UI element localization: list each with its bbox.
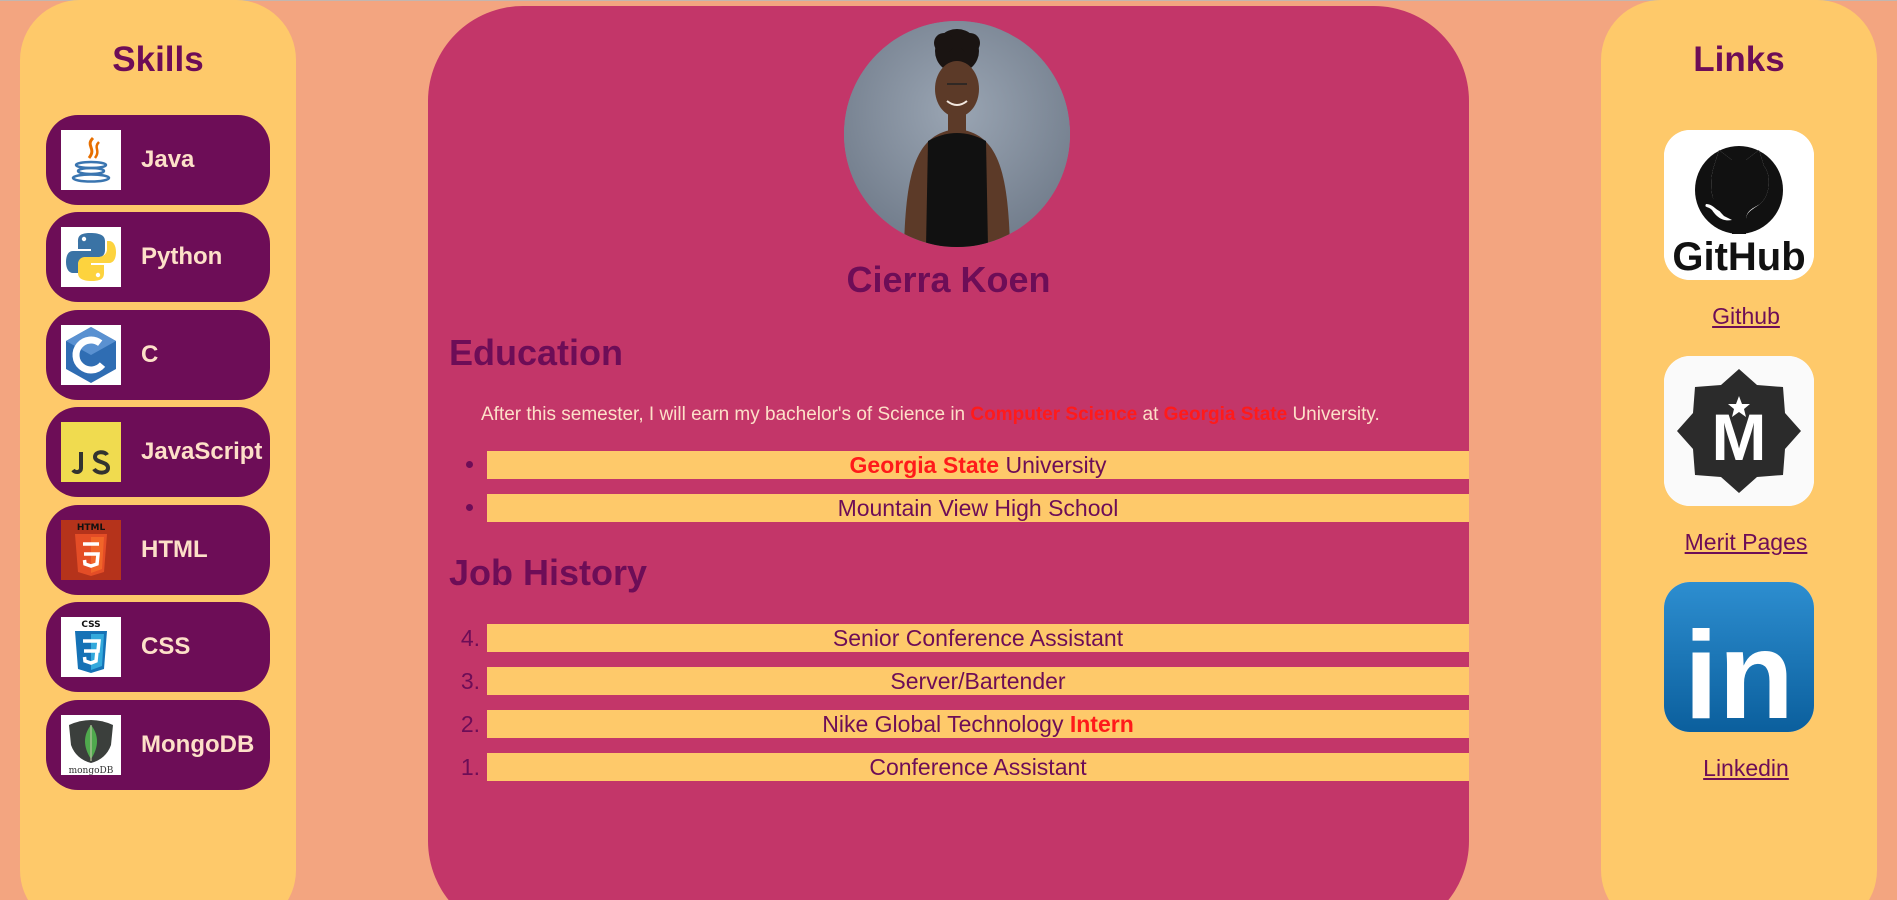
skill-css[interactable]: CSS CSS — [46, 602, 270, 692]
job-number: 1. — [460, 754, 480, 780]
education-text: After this semester, I will earn my bach… — [481, 404, 971, 425]
school-name: University — [999, 452, 1107, 478]
school-highlight: Georgia State — [1163, 404, 1288, 425]
skill-c[interactable]: C — [46, 310, 270, 400]
list-bullet — [466, 461, 473, 468]
skill-label: JavaScript — [141, 438, 263, 465]
mongodb-icon: mongoDB — [61, 715, 121, 775]
merit-pages-icon[interactable]: M — [1664, 356, 1814, 506]
list-bullet — [466, 504, 473, 511]
job-history-heading: Job History — [449, 552, 648, 593]
job-item: Senior Conference Assistant — [487, 624, 1469, 652]
job-item: Conference Assistant — [487, 753, 1469, 781]
education-paragraph: After this semester, I will earn my bach… — [481, 404, 1380, 426]
job-item: Server/Bartender — [487, 667, 1469, 695]
degree-highlight: Computer Science — [970, 404, 1138, 425]
skills-sidebar: Skills Java Python C JavaScript HTML HTM… — [20, 0, 296, 900]
css3-icon: CSS — [61, 617, 121, 677]
skill-java[interactable]: Java — [46, 115, 270, 205]
job-title: Nike Global Technology — [822, 711, 1070, 737]
merit-pages-link[interactable]: Merit Pages — [1601, 529, 1891, 556]
job-title: Conference Assistant — [869, 754, 1087, 780]
education-text: at — [1137, 404, 1164, 425]
html-icon-text: HTML — [77, 523, 106, 533]
job-number: 3. — [460, 668, 480, 694]
job-item: Nike Global Technology Intern — [487, 710, 1469, 738]
school-name: Mountain View High School — [837, 495, 1119, 521]
skill-label: MongoDB — [141, 731, 255, 758]
github-link[interactable]: Github — [1601, 303, 1891, 330]
links-title: Links — [1693, 40, 1785, 79]
github-icon[interactable]: GitHub — [1664, 130, 1814, 280]
c-language-icon — [61, 325, 121, 385]
job-number: 4. — [460, 625, 480, 651]
profile-photo — [844, 21, 1070, 247]
javascript-icon — [61, 422, 121, 482]
job-number: 2. — [460, 711, 480, 737]
skill-label: Python — [141, 243, 223, 270]
links-sidebar: Links GitHub Github M Merit Pages in Lin… — [1601, 0, 1877, 900]
skill-label: HTML — [141, 536, 208, 563]
java-icon — [61, 130, 121, 190]
education-text: University. — [1287, 404, 1380, 425]
github-logo-text: GitHub — [1672, 235, 1805, 279]
skill-python[interactable]: Python — [46, 212, 270, 302]
job-title: Senior Conference Assistant — [832, 625, 1124, 651]
profile-card: Cierra Koen Education After this semeste… — [428, 6, 1469, 900]
top-border — [0, 0, 1897, 1]
skill-javascript[interactable]: JavaScript — [46, 407, 270, 497]
mongodb-icon-text: mongoDB — [69, 766, 114, 775]
education-item: Mountain View High School — [487, 494, 1469, 522]
skill-html[interactable]: HTML HTML — [46, 505, 270, 595]
linkedin-icon[interactable]: in — [1664, 582, 1814, 732]
python-icon — [61, 227, 121, 287]
skills-title: Skills — [112, 40, 204, 79]
education-heading: Education — [449, 332, 624, 373]
education-item: Georgia State University — [487, 451, 1469, 479]
skill-label: CSS — [141, 633, 191, 660]
html5-icon: HTML — [61, 520, 121, 580]
skill-label: Java — [141, 146, 195, 173]
school-highlight: Georgia State — [849, 452, 1000, 478]
linkedin-logo-text: in — [1684, 607, 1794, 732]
skill-label: C — [141, 341, 159, 368]
css-icon-text: CSS — [81, 620, 100, 630]
profile-name: Cierra Koen — [846, 259, 1051, 300]
job-highlight: Intern — [1069, 711, 1134, 737]
linkedin-link[interactable]: Linkedin — [1601, 755, 1891, 782]
job-title: Server/Bartender — [890, 668, 1066, 694]
skill-mongodb[interactable]: mongoDB MongoDB — [46, 700, 270, 790]
